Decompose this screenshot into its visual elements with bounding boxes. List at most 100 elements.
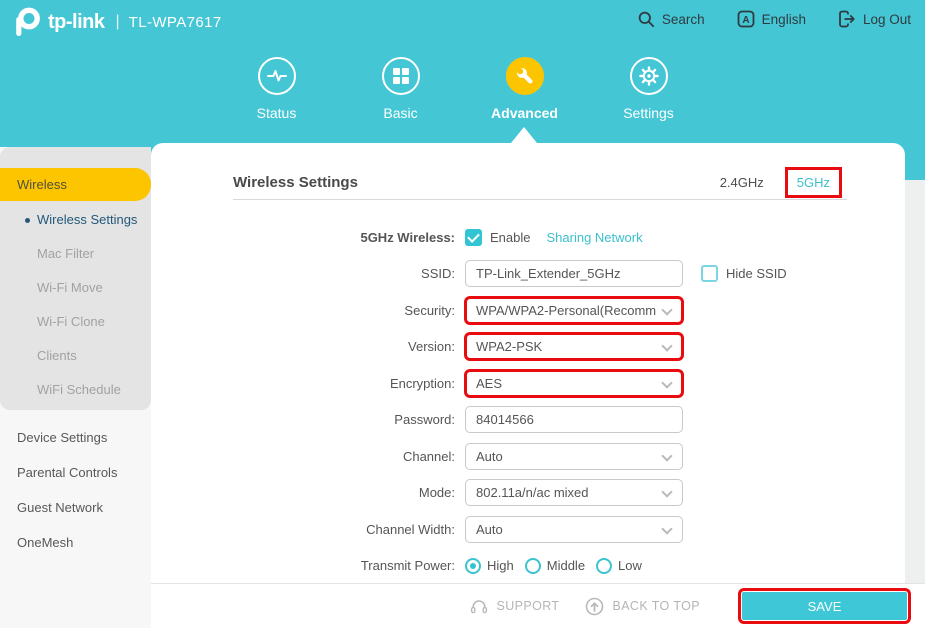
chevron-down-icon <box>661 304 672 315</box>
logout-icon <box>838 10 856 28</box>
radio-high[interactable] <box>465 558 481 574</box>
nav-advanced[interactable]: Advanced <box>463 57 587 121</box>
encryption-value: AES <box>476 376 502 391</box>
pulse-icon <box>265 64 289 88</box>
sidebar-item-wireless-settings[interactable]: Wireless Settings <box>0 203 151 237</box>
tp-link-logo-icon <box>10 6 44 38</box>
support-button[interactable]: SUPPORT <box>470 597 559 615</box>
back-to-top-label: BACK TO TOP <box>612 599 700 613</box>
sidebar-submenu: Wireless Settings Mac Filter Wi-Fi Move … <box>0 203 151 407</box>
sidebar-sections: Device Settings Parental Controls Guest … <box>0 420 151 560</box>
transmit-power-label: Transmit Power: <box>151 558 455 573</box>
sidebar-item-guest-network[interactable]: Guest Network <box>0 490 151 525</box>
security-value: WPA/WPA2-Personal(Recomm <box>476 303 656 318</box>
encryption-select[interactable]: AES <box>465 370 683 397</box>
sidebar-item-mac-filter[interactable]: Mac Filter <box>0 237 151 271</box>
enable-label: Enable <box>490 230 530 245</box>
header-actions: Search A English Log Out <box>637 10 911 28</box>
password-row: Password: <box>151 402 905 439</box>
hide-ssid-checkbox[interactable] <box>701 265 718 282</box>
brand-separator: | <box>116 13 120 31</box>
chevron-down-icon <box>661 450 672 461</box>
mode-label: Mode: <box>151 485 455 500</box>
active-nav-pointer <box>511 127 537 143</box>
chevron-down-icon <box>661 487 672 498</box>
arrow-up-circle-icon <box>585 597 604 616</box>
ssid-input[interactable] <box>465 260 683 287</box>
channel-value: Auto <box>476 449 503 464</box>
svg-text:A: A <box>742 15 749 26</box>
sidebar-section-wireless[interactable]: Wireless <box>0 168 151 201</box>
security-row: Security: WPA/WPA2-Personal(Recomm <box>151 292 905 329</box>
mode-select[interactable]: 802.11a/n/ac mixed <box>465 479 683 506</box>
radio-middle[interactable] <box>525 558 541 574</box>
sidebar-item-wifi-schedule[interactable]: WiFi Schedule <box>0 373 151 407</box>
nav-basic[interactable]: Basic <box>339 57 463 121</box>
language-label: English <box>762 12 806 27</box>
mode-value: 802.11a/n/ac mixed <box>476 485 589 500</box>
router-admin-page: tp-link | TL-WPA7617 Search A English <box>0 0 925 628</box>
encryption-label: Encryption: <box>151 376 455 391</box>
version-select[interactable]: WPA2-PSK <box>465 333 683 360</box>
ssid-row: SSID: Hide SSID <box>151 256 905 293</box>
radio-middle-label: Middle <box>547 558 585 573</box>
channel-width-row: Channel Width: Auto <box>151 511 905 548</box>
wireless-enable-label: 5GHz Wireless: <box>151 230 455 245</box>
chevron-down-icon <box>661 523 672 534</box>
sidebar-item-clients[interactable]: Clients <box>0 339 151 373</box>
radio-low[interactable] <box>596 558 612 574</box>
sidebar-item-parental-controls[interactable]: Parental Controls <box>0 455 151 490</box>
nav-status-label: Status <box>257 105 297 121</box>
brand-name: tp-link <box>48 11 105 34</box>
hide-ssid-label: Hide SSID <box>726 266 787 281</box>
logout-button[interactable]: Log Out <box>838 10 911 28</box>
sidebar-item-wifi-move[interactable]: Wi-Fi Move <box>0 271 151 305</box>
page-title: Wireless Settings <box>233 174 358 191</box>
advanced-circle <box>506 57 544 95</box>
sidebar-item-device-settings[interactable]: Device Settings <box>0 420 151 455</box>
device-model: TL-WPA7617 <box>129 14 222 31</box>
channel-width-value: Auto <box>476 522 503 537</box>
footer-bar: SUPPORT BACK TO TOP SAVE <box>151 583 925 628</box>
enable-checkbox[interactable] <box>465 229 482 246</box>
content-panel: Wireless Settings 2.4GHz 5GHz 5GHz Wirel… <box>151 143 905 583</box>
version-value: WPA2-PSK <box>476 339 542 354</box>
wrench-icon <box>514 65 536 87</box>
search-icon <box>637 10 655 28</box>
title-divider <box>233 199 847 200</box>
gear-icon <box>639 66 659 86</box>
language-icon: A <box>737 10 755 28</box>
nav-status[interactable]: Status <box>215 57 339 121</box>
settings-circle <box>630 57 668 95</box>
ssid-label: SSID: <box>151 266 455 281</box>
password-input[interactable] <box>465 406 683 433</box>
channel-width-select[interactable]: Auto <box>465 516 683 543</box>
transmit-power-row: Transmit Power: High Middle Low <box>151 548 905 585</box>
sharing-network-link[interactable]: Sharing Network <box>546 230 642 245</box>
nav-settings[interactable]: Settings <box>587 57 711 121</box>
channel-select[interactable]: Auto <box>465 443 683 470</box>
headset-icon <box>470 597 488 615</box>
brand: tp-link | TL-WPA7617 <box>10 6 222 38</box>
nav-advanced-label: Advanced <box>491 105 558 121</box>
security-label: Security: <box>151 303 455 318</box>
nav-settings-label: Settings <box>623 105 674 121</box>
logout-label: Log Out <box>863 12 911 27</box>
language-button[interactable]: A English <box>737 10 806 28</box>
chevron-down-icon <box>661 377 672 388</box>
version-label: Version: <box>151 339 455 354</box>
channel-label: Channel: <box>151 449 455 464</box>
channel-row: Channel: Auto <box>151 438 905 475</box>
search-button[interactable]: Search <box>637 10 705 28</box>
tab-5ghz[interactable]: 5GHz <box>788 170 839 195</box>
save-button[interactable]: SAVE <box>742 592 907 620</box>
nav-basic-label: Basic <box>383 105 417 121</box>
back-to-top-button[interactable]: BACK TO TOP <box>585 597 700 616</box>
status-circle <box>258 57 296 95</box>
security-select[interactable]: WPA/WPA2-Personal(Recomm <box>465 297 683 324</box>
tab-2-4ghz[interactable]: 2.4GHz <box>720 175 764 190</box>
radio-low-label: Low <box>618 558 642 573</box>
sidebar-item-wifi-clone[interactable]: Wi-Fi Clone <box>0 305 151 339</box>
wireless-settings-form: 5GHz Wireless: Enable Sharing Network SS… <box>151 219 905 584</box>
sidebar-item-onemesh[interactable]: OneMesh <box>0 525 151 560</box>
